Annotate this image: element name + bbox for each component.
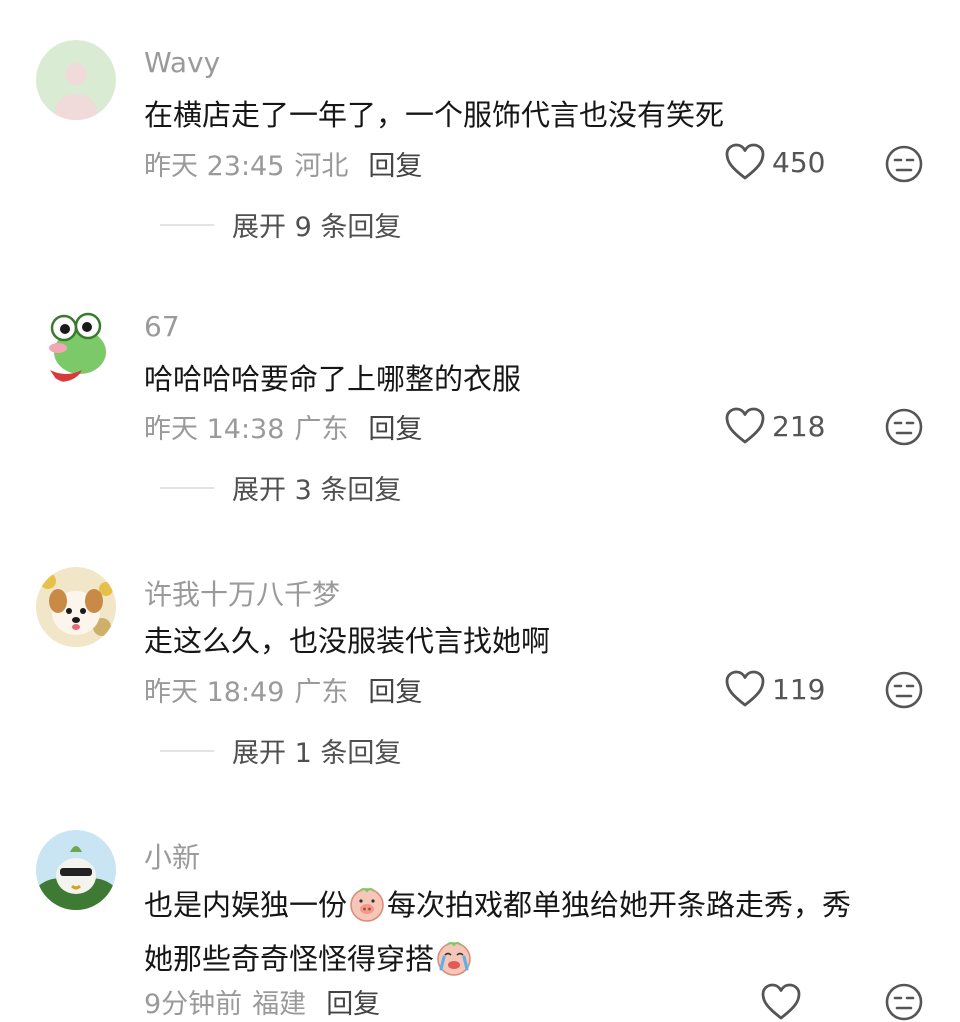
comment-text: 走这么久，也没服装代言找她啊: [144, 624, 551, 658]
expand-replies-button[interactable]: 展开 9 条回复: [160, 205, 401, 244]
avatar[interactable]: [36, 304, 116, 384]
username[interactable]: 小新: [144, 836, 200, 876]
avatar[interactable]: [36, 830, 116, 910]
like-button[interactable]: 218: [724, 406, 825, 446]
expand-replies-label: 展开 1 条回复: [232, 738, 402, 769]
comment-meta: 9分钟前 福建 回复: [144, 982, 380, 1021]
timestamp: 9分钟前: [144, 989, 243, 1020]
username[interactable]: Wavy: [144, 46, 220, 79]
comment-text-part: 也是内娱独一份: [144, 888, 348, 922]
neutral-face-icon[interactable]: [884, 982, 924, 1022]
expand-replies-button[interactable]: 展开 3 条回复: [160, 468, 401, 507]
comment-text-part: 她那些奇奇怪怪得穿搭: [144, 942, 435, 976]
expand-replies-button[interactable]: 展开 1 条回复: [160, 731, 401, 770]
reply-button[interactable]: 回复: [368, 677, 422, 708]
timestamp: 昨天 14:38: [144, 414, 285, 445]
neutral-face-icon[interactable]: [884, 407, 924, 447]
like-count: 218: [772, 409, 826, 443]
divider: [160, 223, 214, 226]
expand-replies-label: 展开 3 条回复: [232, 475, 402, 506]
comment-meta: 昨天 18:49 广东 回复: [144, 670, 422, 709]
heart-outline-icon: [761, 983, 801, 1020]
reply-button[interactable]: 回复: [368, 414, 422, 445]
heart-outline-icon: [725, 670, 765, 707]
like-button[interactable]: 119: [724, 669, 825, 709]
location: 河北: [294, 151, 349, 182]
divider: [160, 749, 214, 752]
like-button[interactable]: 450: [724, 142, 825, 182]
location: 广东: [294, 677, 349, 708]
comment-text: 哈哈哈哈要命了上哪整的衣服: [144, 362, 522, 396]
location: 福建: [252, 989, 307, 1020]
expand-replies-label: 展开 9 条回复: [232, 212, 402, 243]
like-count: 119: [772, 672, 826, 706]
neutral-face-icon[interactable]: [884, 144, 924, 184]
username[interactable]: 67: [144, 310, 180, 343]
reply-button[interactable]: 回复: [326, 989, 380, 1020]
pig-emoji: [350, 888, 384, 922]
comment-meta: 昨天 23:45 河北 回复: [144, 144, 422, 183]
reply-button[interactable]: 回复: [368, 151, 422, 182]
neutral-face-icon[interactable]: [884, 670, 924, 710]
comment-text-part: 每次拍戏都单独给她开条路走秀，秀: [387, 888, 852, 922]
avatar[interactable]: [36, 567, 116, 647]
comment-text: 也是内娱独一份 每次拍戏都单独给她开条路走秀，秀 她那些奇奇怪怪得穿搭: [144, 878, 851, 986]
like-count: 450: [772, 145, 826, 179]
comment-meta: 昨天 14:38 广东 回复: [144, 407, 422, 446]
timestamp: 昨天 18:49: [144, 677, 285, 708]
crying-pig-emoji: [437, 942, 471, 976]
like-button[interactable]: [760, 982, 808, 1022]
timestamp: 昨天 23:45: [144, 151, 285, 182]
heart-outline-icon: [725, 407, 765, 444]
heart-outline-icon: [725, 143, 765, 180]
avatar[interactable]: [36, 40, 116, 120]
comment-text: 在横店走了一年了，一个服饰代言也没有笑死: [144, 98, 725, 132]
username[interactable]: 许我十万八千梦: [144, 573, 340, 613]
location: 广东: [294, 414, 349, 445]
divider: [160, 486, 214, 489]
